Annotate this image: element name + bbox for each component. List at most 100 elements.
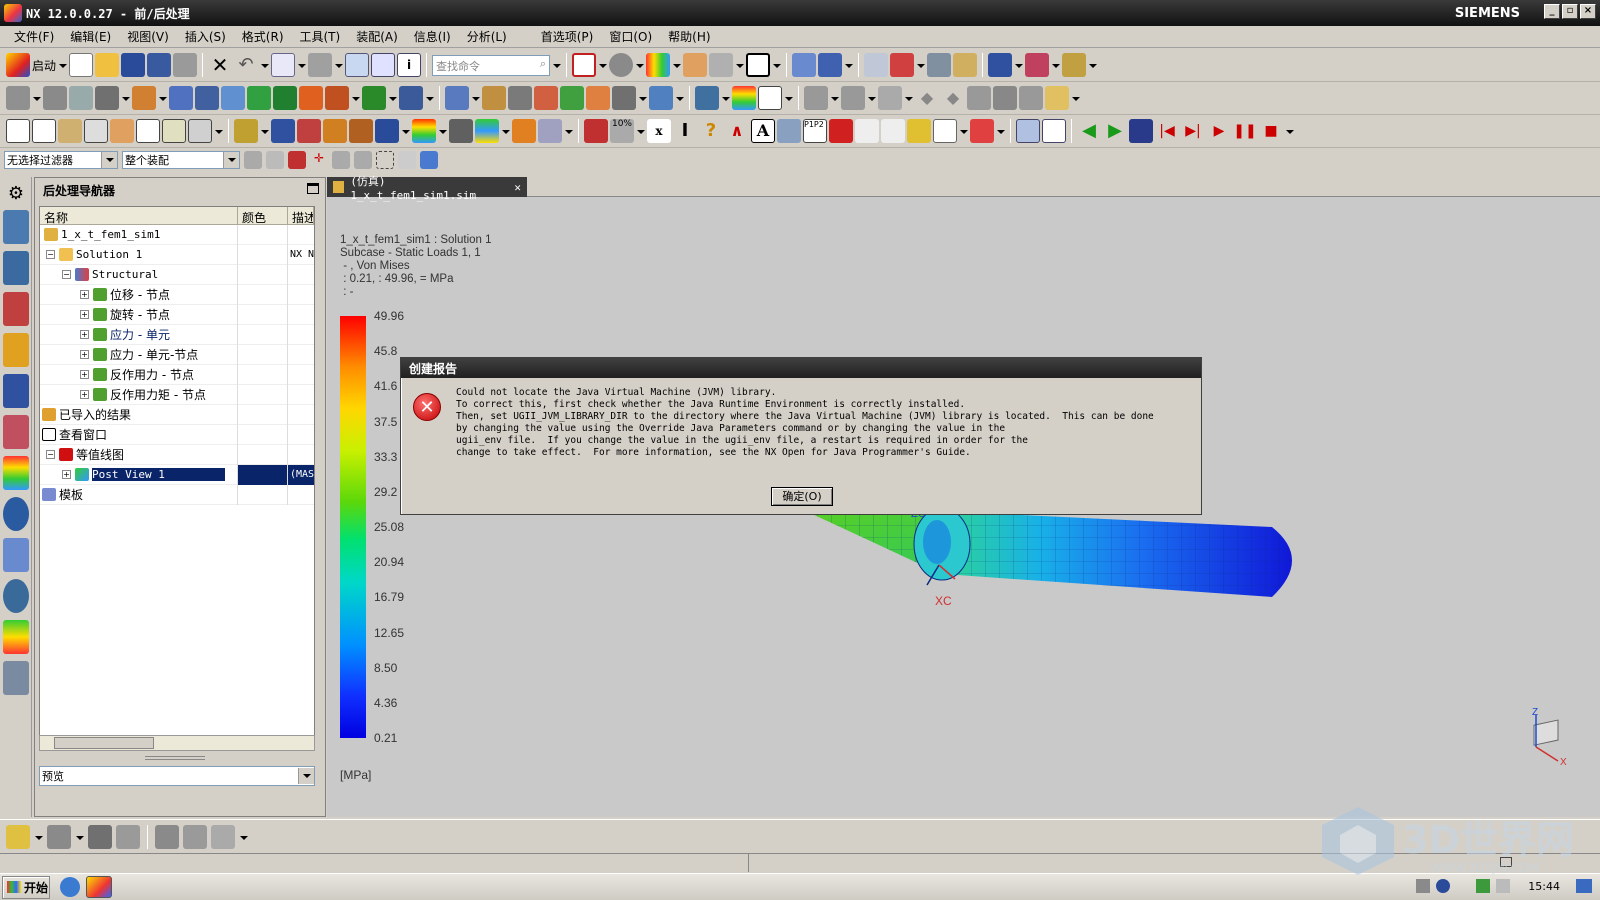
render-dropdown-icon[interactable] [635, 53, 645, 77]
background-icon[interactable] [746, 53, 771, 77]
menu-file[interactable]: 文件(F) [6, 28, 62, 45]
settings-icon[interactable] [188, 119, 212, 143]
constraint-icon[interactable] [273, 86, 297, 110]
mesh-icon[interactable] [132, 86, 156, 110]
annotate-icon[interactable] [777, 119, 801, 143]
solve-icon[interactable] [299, 86, 323, 110]
result-icon[interactable] [325, 86, 349, 110]
scrollbar-thumb[interactable] [54, 737, 154, 749]
column-color[interactable]: 颜色 [238, 207, 288, 225]
window-icon[interactable] [1042, 119, 1066, 143]
view-orient-icon[interactable] [445, 86, 469, 110]
section-dropdown-icon[interactable] [735, 53, 745, 77]
image-icon[interactable] [933, 119, 957, 143]
pan-icon[interactable] [508, 86, 532, 110]
web-browser-icon[interactable] [3, 497, 29, 531]
preview-dropdown[interactable]: 预览 [39, 766, 315, 786]
wcs-dropdown-icon[interactable] [916, 53, 926, 77]
axis-icon[interactable] [399, 86, 423, 110]
assembly-constraint-icon[interactable] [818, 53, 843, 77]
new-file-icon[interactable] [69, 53, 94, 77]
back-arrow-icon[interactable]: ◆ [915, 86, 939, 110]
object-info-icon[interactable] [371, 53, 396, 77]
pencil-dropdown-icon[interactable] [260, 119, 269, 143]
tree-row-post-view[interactable]: + Post View 1 (MAS [40, 464, 314, 485]
solid-dropdown-icon[interactable] [32, 86, 41, 110]
tree-row-reaction-moment[interactable]: + 反作用力矩 - 节点 [40, 384, 314, 405]
expand-icon[interactable]: + [80, 370, 89, 379]
menu-information[interactable]: 信息(I) [406, 28, 459, 45]
first-frame-icon[interactable]: |◀ [1155, 119, 1179, 143]
grid-icon[interactable] [1025, 53, 1050, 77]
select-icon[interactable] [988, 53, 1013, 77]
command-search-input[interactable]: 查找命令 ⌕ [432, 54, 551, 76]
expression-icon[interactable]: x [647, 119, 671, 143]
result-dropdown-icon[interactable] [351, 86, 360, 110]
expand-icon[interactable]: + [80, 290, 89, 299]
color-palette-icon[interactable] [646, 53, 671, 77]
settings-dropdown-icon[interactable] [214, 119, 223, 143]
nx-taskbar-icon[interactable] [86, 876, 112, 898]
constraint-navigator-icon[interactable] [3, 374, 29, 408]
clipboard-icon[interactable] [271, 53, 296, 77]
expand-icon[interactable]: + [80, 310, 89, 319]
move-component-icon[interactable] [792, 53, 817, 77]
column-name[interactable]: 名称 [40, 207, 238, 225]
part-dropdown-icon[interactable] [34, 825, 43, 849]
menu-format[interactable]: 格式(R) [234, 28, 292, 45]
select-dropdown-icon[interactable] [1014, 53, 1024, 77]
load-icon[interactable] [247, 86, 271, 110]
tray-help-icon[interactable] [1436, 879, 1450, 893]
block-icon[interactable] [95, 86, 119, 110]
tree-row-imported-results[interactable]: 已导入的结果 [40, 404, 314, 425]
feature-select-icon[interactable] [332, 151, 350, 169]
node-icon[interactable] [195, 86, 219, 110]
previous-icon[interactable]: ◀ [1077, 119, 1101, 143]
close-button[interactable]: × [1580, 4, 1596, 19]
diamond-red-icon[interactable] [881, 119, 905, 143]
menu-insert[interactable]: 插入(S) [177, 28, 234, 45]
tray-app-icon[interactable] [1476, 879, 1490, 893]
people-icon[interactable] [538, 119, 562, 143]
gear-icon[interactable] [43, 86, 67, 110]
tool-icon[interactable] [449, 119, 473, 143]
snap-point-icon[interactable] [927, 53, 952, 77]
wcs-icon[interactable] [890, 53, 915, 77]
block-dropdown-icon[interactable] [121, 86, 130, 110]
roles-icon[interactable] [3, 620, 29, 654]
ruler-dropdown-icon[interactable] [1088, 53, 1098, 77]
fit-view-icon[interactable] [572, 53, 597, 77]
pencil-icon[interactable] [234, 119, 258, 143]
undo-dropdown-icon[interactable] [260, 53, 270, 77]
contour-icon[interactable] [586, 86, 610, 110]
point-pair-icon[interactable]: P1P2 [803, 119, 827, 143]
export-icon[interactable] [1045, 86, 1069, 110]
add-dropdown-icon[interactable] [75, 825, 84, 849]
mesh-dropdown-icon[interactable] [158, 86, 167, 110]
axis-dropdown-icon[interactable] [425, 86, 434, 110]
gear-icon[interactable]: ⚙ [3, 183, 29, 204]
animate-icon[interactable] [649, 86, 673, 110]
collapse-icon[interactable]: − [46, 450, 55, 459]
search-icon[interactable]: ⌕ [540, 57, 546, 71]
start-dropdown-icon[interactable] [58, 53, 68, 77]
spreadsheet-icon[interactable] [1016, 119, 1040, 143]
start-button-label[interactable]: 启动 [32, 57, 56, 74]
step-forward-icon[interactable]: ▶| [1181, 119, 1205, 143]
expand-icon[interactable]: + [80, 390, 89, 399]
panel-splitter[interactable] [145, 756, 205, 760]
clipboard-result-icon[interactable] [1019, 86, 1043, 110]
bar-graph-icon[interactable] [271, 119, 295, 143]
start-button[interactable]: 开始 [2, 875, 50, 899]
part-icon[interactable] [6, 824, 30, 849]
loop-icon[interactable] [110, 119, 134, 143]
expand-icon[interactable]: + [62, 470, 71, 479]
region-select-icon[interactable] [354, 151, 372, 169]
forward-arrow-icon[interactable]: ◆ [941, 86, 965, 110]
column-description[interactable]: 描述 [288, 207, 314, 224]
animation-dropdown-icon[interactable] [1285, 119, 1294, 143]
stop-icon[interactable]: ■ [1259, 119, 1283, 143]
object-select-icon[interactable] [398, 151, 416, 169]
history-icon[interactable] [3, 292, 29, 326]
diamond-outline-icon[interactable] [855, 119, 879, 143]
